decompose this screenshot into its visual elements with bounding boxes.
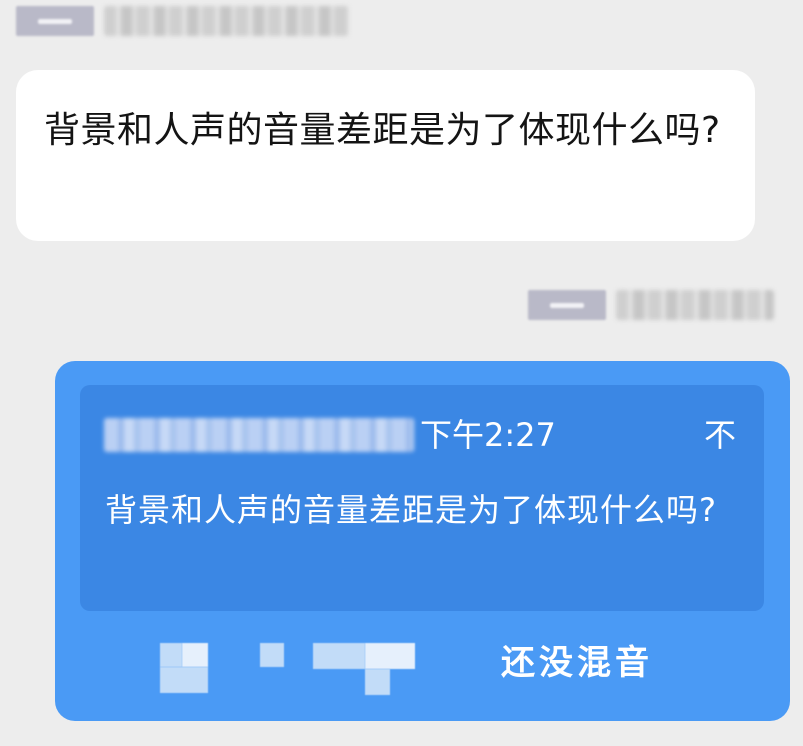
sender-tag [528, 290, 606, 320]
sender-name-blurred [616, 290, 774, 320]
reply-text: 还没混音 [501, 643, 653, 683]
outgoing-message-bubble[interactable]: 下午2:27 不 背景和人声的音量差距是为了体现什么吗? 还没混音 [55, 361, 790, 721]
incoming-message-text: 背景和人声的音量差距是为了体现什么吗? [44, 110, 721, 151]
incoming-sender-info [16, 6, 349, 36]
quoted-time: 下午2:27 [420, 416, 556, 454]
pin-icon[interactable]: 不 [704, 415, 736, 455]
incoming-message-bubble[interactable]: 背景和人声的音量差距是为了体现什么吗? [16, 70, 755, 241]
sender-tag [16, 6, 94, 36]
outgoing-sender-info [528, 290, 774, 320]
sender-name-blurred [104, 6, 349, 36]
quoted-text: 背景和人声的音量差距是为了体现什么吗? [105, 491, 717, 529]
quoted-message[interactable]: 下午2:27 不 背景和人声的音量差距是为了体现什么吗? [80, 385, 764, 611]
quoted-sender-blurred [104, 418, 414, 452]
